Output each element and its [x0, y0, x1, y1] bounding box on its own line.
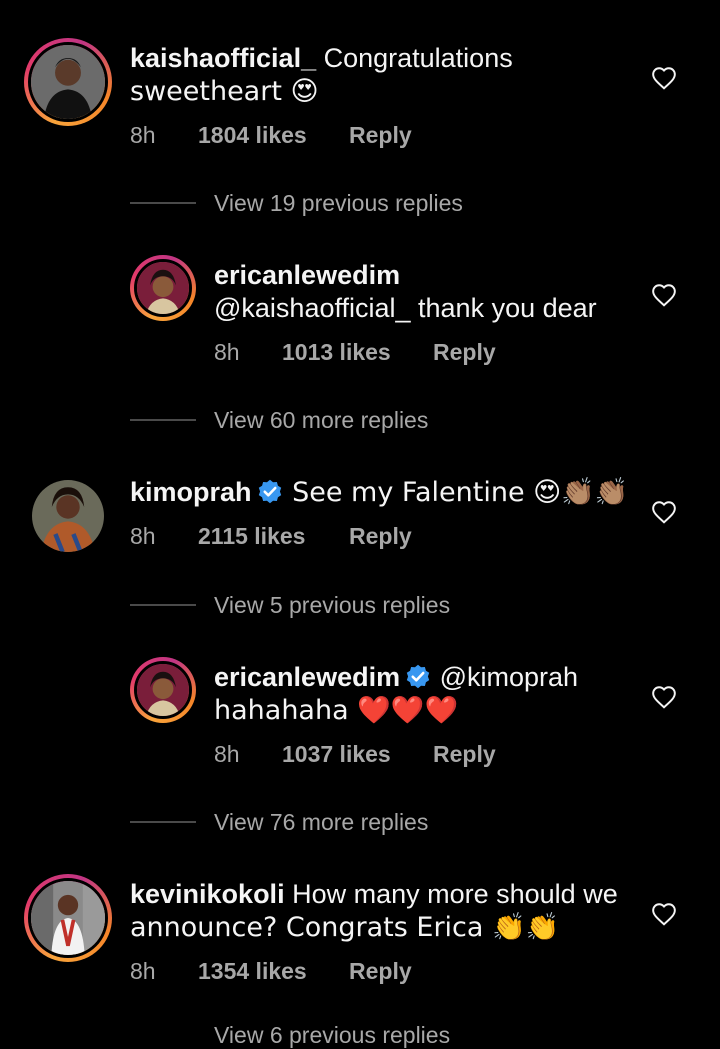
- avatar-image: [31, 881, 105, 955]
- comment-likes[interactable]: 2115 likes: [198, 523, 305, 550]
- avatar-ericanlewedim[interactable]: [130, 657, 196, 723]
- comment-username[interactable]: ericanlewedim: [214, 260, 400, 290]
- view-replies-link[interactable]: View 76 more replies: [214, 809, 428, 836]
- reply-button[interactable]: Reply: [433, 339, 496, 366]
- reply-button[interactable]: Reply: [349, 122, 412, 149]
- comment-likes[interactable]: 1804 likes: [198, 122, 307, 149]
- view-replies-link[interactable]: View 5 previous replies: [214, 592, 450, 619]
- comment-likes[interactable]: 1037 likes: [282, 741, 391, 768]
- avatar-kevinikokoli[interactable]: [24, 874, 112, 962]
- view-replies-link[interactable]: View 60 more replies: [214, 407, 428, 434]
- comment-text: kimoprah See my Falentine 😍👏🏽👏🏽: [130, 477, 629, 508]
- verified-badge-icon: [406, 664, 430, 689]
- heart-outline-icon[interactable]: [651, 685, 677, 709]
- avatar-image: [31, 45, 105, 119]
- reply-button[interactable]: Reply: [349, 523, 412, 550]
- comment-text: kaishaofficial_ Congratulations sweethea…: [130, 43, 513, 107]
- heart-outline-icon[interactable]: [651, 902, 677, 926]
- comment-likes[interactable]: 1013 likes: [282, 339, 391, 366]
- comment-time: 8h: [214, 339, 240, 365]
- comment-text: ericanlewedim @kimoprah hahahaha ❤️❤️❤️: [214, 662, 579, 726]
- comment-time: 8h: [130, 122, 156, 148]
- avatar-image: [137, 262, 189, 314]
- heart-outline-icon[interactable]: [651, 66, 677, 90]
- comment-username[interactable]: ericanlewedim: [214, 662, 400, 692]
- avatar-ericanlewedim[interactable]: [130, 255, 196, 321]
- view-replies-divider: [130, 202, 196, 204]
- comment-username[interactable]: kimoprah: [130, 477, 252, 507]
- view-replies-divider: [130, 419, 196, 421]
- reply-button[interactable]: Reply: [349, 958, 412, 985]
- view-replies-divider: [130, 604, 196, 606]
- comment-username[interactable]: kaishaofficial_: [130, 43, 316, 73]
- comment-time: 8h: [130, 958, 156, 984]
- comment-time: 8h: [214, 741, 240, 767]
- view-replies-link[interactable]: View 6 previous replies: [214, 1022, 450, 1049]
- comment-username[interactable]: kevinikokoli: [130, 879, 285, 909]
- view-replies-divider: [130, 821, 196, 823]
- comment-text: ericanlewedim @kaishaofficial_ thank you…: [214, 260, 597, 323]
- reply-button[interactable]: Reply: [433, 741, 496, 768]
- verified-badge-icon: [258, 479, 281, 504]
- heart-outline-icon[interactable]: [651, 500, 677, 524]
- comment-likes[interactable]: 1354 likes: [198, 958, 307, 985]
- avatar-image: [137, 664, 189, 716]
- avatar-kimoprah[interactable]: [32, 480, 104, 552]
- comment-time: 8h: [130, 523, 156, 549]
- comment-text: kevinikokoli How many more should we ann…: [130, 879, 618, 943]
- avatar-kaishaofficial[interactable]: [24, 38, 112, 126]
- view-replies-link[interactable]: View 19 previous replies: [214, 190, 463, 217]
- heart-outline-icon[interactable]: [651, 283, 677, 307]
- avatar-image: [32, 480, 104, 552]
